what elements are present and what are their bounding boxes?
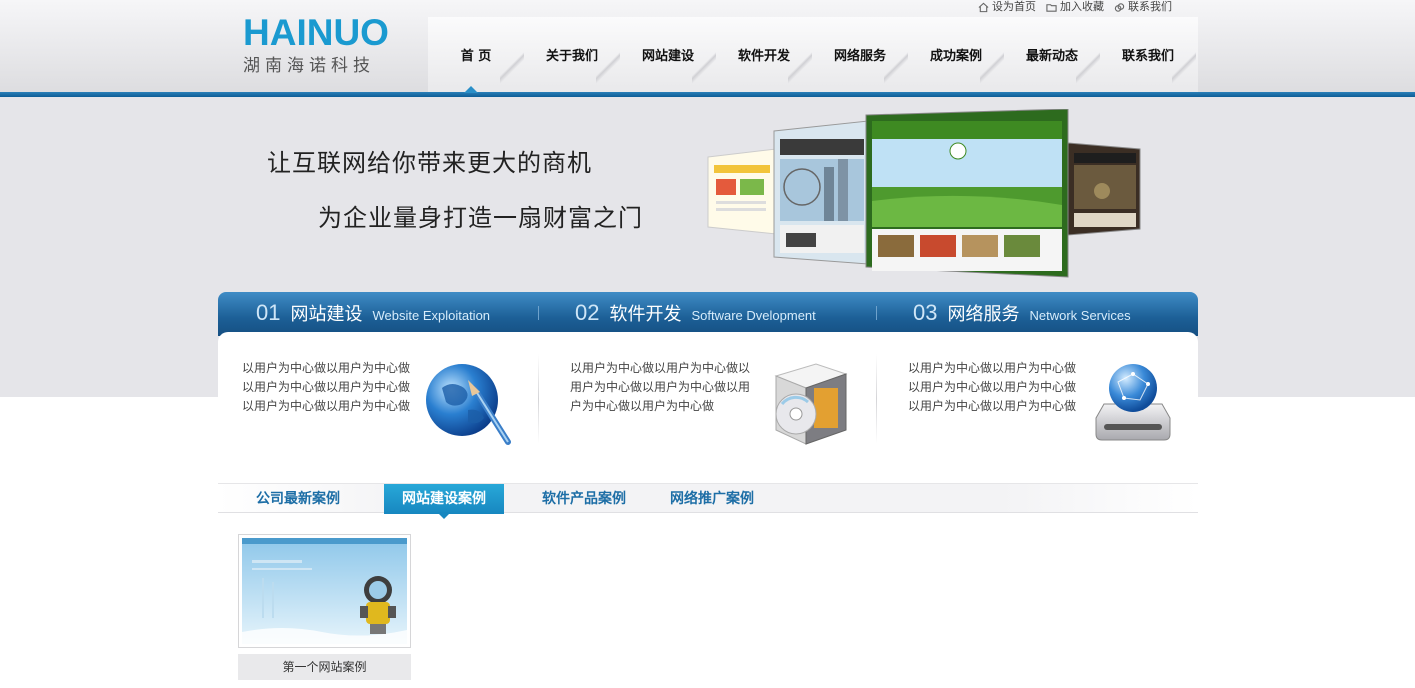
banner-slogan-1: 让互联网给你带来更大的商机 [267, 143, 592, 178]
service-1-description: 以用户为中心做以用户为中心做以用户为中心做以用户为中心做以用户为中心做以用户为中… [242, 361, 411, 413]
nav-success-cases[interactable]: 成功案例 [908, 17, 1004, 92]
services-header: 01 网站建设 Website Exploitation 02 软件开发 Sof… [218, 292, 1198, 336]
service-column-divider [876, 354, 877, 444]
nav-latest-news[interactable]: 最新动态 [1004, 17, 1100, 92]
set-homepage-label: 设为首页 [992, 0, 1036, 13]
case-thumbnail[interactable] [238, 534, 411, 648]
link-icon [1114, 2, 1125, 12]
tab-website-cases[interactable]: 网站建设案例 [384, 484, 504, 514]
add-favorite-link[interactable]: 加入收藏 [1046, 0, 1104, 14]
logo[interactable]: HAINUO 湖南海诺科技 [243, 14, 393, 78]
main-nav: 首 页 关于我们 网站建设 软件开发 网络服务 成功案例 最新动态 联系我们 [428, 17, 1198, 92]
nav-active-pointer [464, 86, 478, 93]
nav-software-development[interactable]: 软件开发 [716, 17, 812, 92]
case-caption[interactable]: 第一个网站案例 [238, 654, 411, 680]
top-links: 设为首页 加入收藏 联系我们 [978, 0, 1172, 14]
website-showcase-image [707, 109, 1141, 278]
service-1-title: 网站建设 [290, 304, 363, 325]
service-2-title: 软件开发 [609, 304, 682, 325]
services-panel: 01 网站建设 Website Exploitation 02 软件开发 Sof… [218, 292, 1198, 452]
set-homepage-link[interactable]: 设为首页 [978, 0, 1036, 14]
tab-active-pointer [437, 512, 451, 519]
tab-promotion-cases[interactable]: 网络推广案例 [670, 484, 754, 514]
service-column-divider [538, 354, 539, 444]
service-2-number: 02 [575, 300, 600, 325]
banner-slogan-1-text: 让互联网给你带来更大的商机 [267, 149, 592, 177]
nav-network-services[interactable]: 网络服务 [812, 17, 908, 92]
service-1-number: 01 [256, 300, 281, 325]
service-3-number: 03 [913, 300, 938, 325]
nav-home[interactable]: 首 页 [428, 17, 524, 92]
nav-website-building[interactable]: 网站建设 [620, 17, 716, 92]
service-1-subtitle: Website Exploitation [372, 308, 491, 323]
globe-brush-icon [426, 364, 511, 445]
logo-text-cn: 湖南海诺科技 [243, 56, 375, 76]
network-drive-icon [1095, 364, 1171, 441]
service-2-subtitle: Software Dvelopment [691, 308, 816, 323]
tab-software-cases[interactable]: 软件产品案例 [542, 484, 626, 514]
service-3-subtitle: Network Services [1029, 308, 1131, 323]
banner-slogan-2: 为企业量身打造一扇财富之门 [318, 198, 643, 233]
nav-about[interactable]: 关于我们 [524, 17, 620, 92]
contact-us-label: 联系我们 [1128, 0, 1172, 13]
logo-text-en: HAINUO [243, 12, 389, 53]
service-1-heading[interactable]: 01 网站建设 Website Exploitation [256, 300, 490, 326]
home-icon [978, 2, 989, 12]
service-2-description: 以用户为中心做以用户为中心做以用户为中心做以用户为中心做以用户为中心做以用户为中… [570, 361, 751, 413]
service-3-title: 网络服务 [947, 304, 1020, 325]
page: HAINUO 湖南海诺科技 设为首页 加入收藏 联系我们 首 页 关于我们 网站… [0, 0, 1415, 688]
contact-us-link[interactable]: 联系我们 [1114, 0, 1172, 14]
case-tabs: 公司最新案例 网站建设案例 软件产品案例 网络推广案例 [218, 483, 1198, 514]
services-body: 以用户为中心做以用户为中心做以用户为中心做以用户为中心做以用户为中心做以用户为中… [218, 332, 1198, 452]
service-header-divider [876, 306, 877, 320]
tab-latest-cases[interactable]: 公司最新案例 [256, 484, 340, 514]
nav-contact[interactable]: 联系我们 [1100, 17, 1196, 92]
service-3-heading[interactable]: 03 网络服务 Network Services [913, 300, 1131, 326]
folder-icon [1046, 3, 1057, 12]
service-2-heading[interactable]: 02 软件开发 Software Dvelopment [575, 300, 816, 326]
banner-slogan-2-text: 为企业量身打造一扇财富之门 [318, 204, 643, 232]
case-item[interactable]: 第一个网站案例 [238, 534, 411, 680]
service-3-description: 以用户为中心做以用户为中心做以用户为中心做以用户为中心做以用户为中心做以用户为中… [908, 361, 1077, 413]
service-header-divider [538, 306, 539, 320]
case-thumbnail-image [242, 538, 407, 644]
software-box-icon [774, 363, 848, 445]
add-favorite-label: 加入收藏 [1060, 0, 1104, 13]
